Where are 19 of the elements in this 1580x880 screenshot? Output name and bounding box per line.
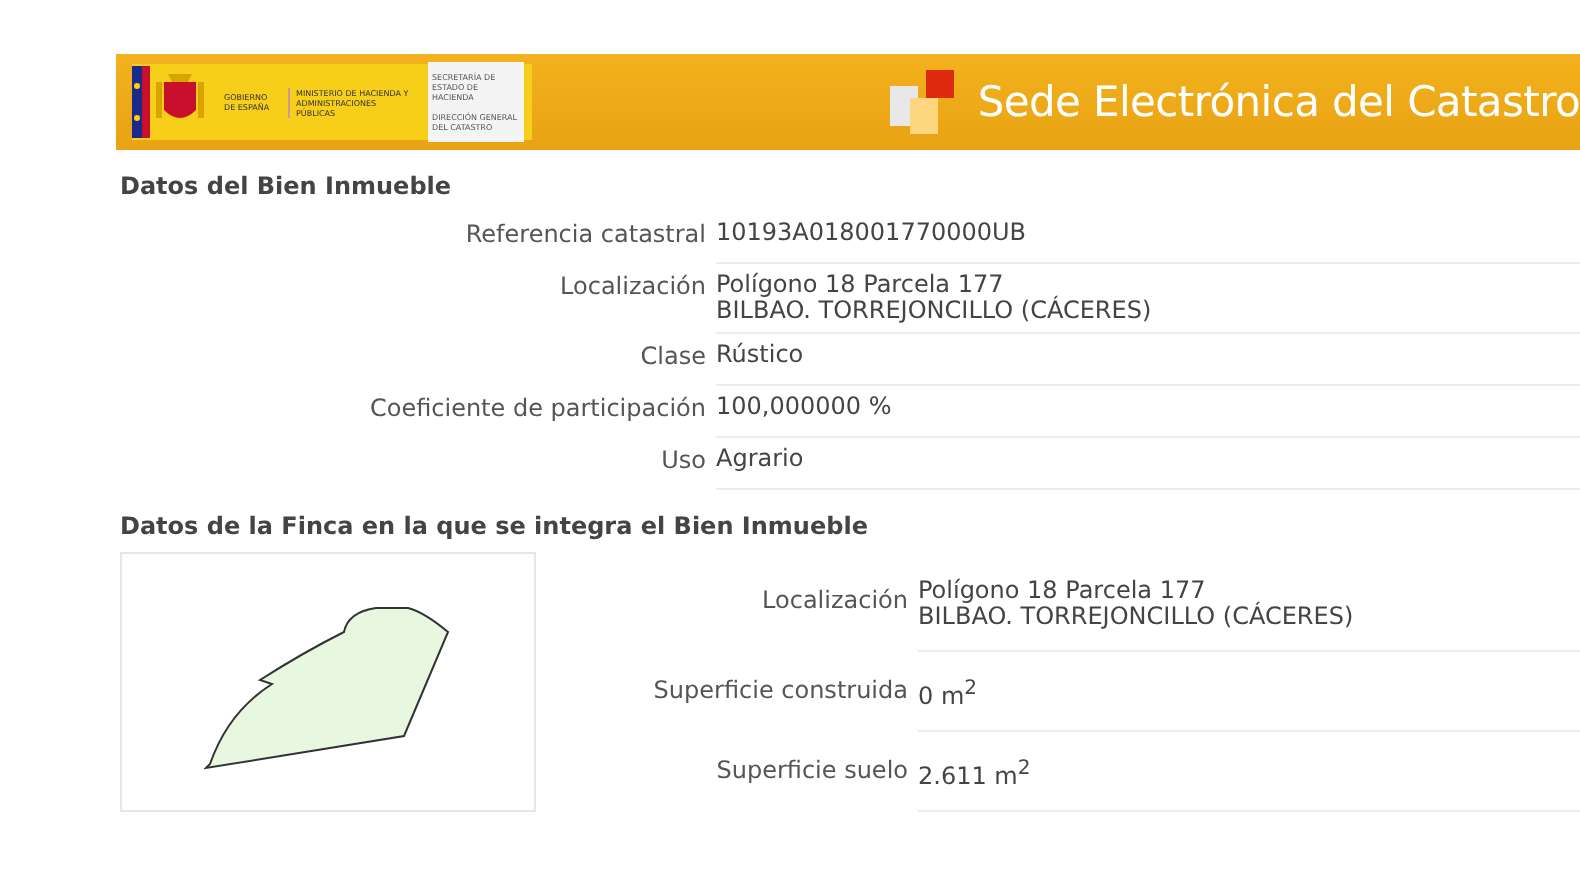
site-title: Sede Electrónica del Catastro xyxy=(977,78,1580,126)
field-value: Rústico xyxy=(716,334,1580,386)
field-value: Agrario xyxy=(716,438,1580,490)
field-label: Clase xyxy=(638,340,708,374)
section-title: Datos del Bien Inmueble xyxy=(120,172,454,200)
field-value: 0 m$^{2}$ xyxy=(918,652,1580,732)
field-label: Superficie suelo xyxy=(714,754,910,788)
field-label: Localización xyxy=(760,584,910,618)
field-label: Uso xyxy=(659,444,708,478)
field-label: Coeficiente de participación xyxy=(367,392,708,426)
field-label: Referencia catastral xyxy=(463,218,708,252)
field-value: 100,000000 % xyxy=(716,386,1580,438)
field-value: 2.611 m$^{2}$ xyxy=(918,732,1580,812)
field-label: Superficie construida xyxy=(651,674,910,708)
section-title: Datos de la Finca en la que se integra el Bien Inmueble xyxy=(120,512,870,540)
field-value: Polígono 18 Parcela 177 BILBAO. TORREJONCILLO (CÁCERES) xyxy=(918,552,1580,652)
field-label: Localización xyxy=(558,270,708,304)
field-value: Polígono 18 Parcela 177 BILBAO. TORREJONCILLO (CÁCERES) xyxy=(716,264,1580,334)
field-value: 10193A018001770000UB xyxy=(716,212,1580,264)
